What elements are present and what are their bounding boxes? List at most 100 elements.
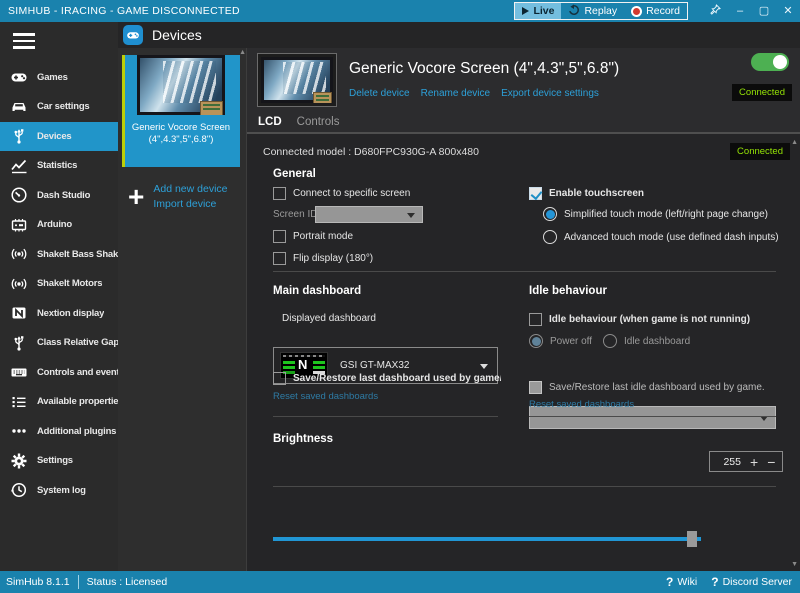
usb-icon — [9, 127, 29, 145]
simplified-touch-row: Simplified touch mode (left/right page c… — [543, 207, 768, 221]
sidebar-item-class-relative-gaps[interactable]: Class Relative Gaps — [0, 328, 118, 358]
panel-scroll-up-icon[interactable]: ▲ — [791, 139, 798, 146]
pin-icon[interactable] — [702, 4, 728, 18]
main-region: Devices Generic Vocore Screen (4",4.3",5… — [118, 22, 800, 571]
displayed-dashboard-label: Displayed dashboard — [282, 313, 376, 324]
lcd-tab-content: Connected model : D680FPC930G-A 800x480 … — [247, 136, 800, 571]
page-title: Devices — [152, 27, 202, 43]
wiki-link[interactable]: ? Wiki — [666, 575, 697, 589]
sidebar-item-available-properties[interactable]: Available properties — [0, 387, 118, 417]
idle-dashboard-radio[interactable] — [603, 334, 617, 348]
device-thumbnail — [137, 55, 225, 115]
flip-display-row: Flip display (180°) — [273, 252, 373, 265]
live-label: Live — [533, 5, 554, 17]
car-icon — [9, 98, 29, 116]
idle-behaviour-checkbox[interactable] — [529, 313, 542, 326]
sidebar-item-arduino[interactable]: Arduino — [0, 210, 118, 240]
replay-label: Replay — [584, 5, 617, 17]
status-bar: SimHub 8.1.1 Status : Licensed ? Wiki ? … — [0, 571, 800, 593]
panel-scroll-down-icon[interactable]: ▼ — [791, 561, 798, 568]
portrait-mode-checkbox[interactable] — [273, 230, 286, 243]
device-header: Generic Vocore Screen (4",4.3",5",6.8") … — [247, 48, 800, 112]
reset-saved-dashboards-link[interactable]: Reset saved dashboards — [273, 391, 378, 402]
divider — [529, 416, 776, 417]
sidebar-item-settings[interactable]: Settings — [0, 446, 118, 476]
maximize-button[interactable]: ▢ — [752, 0, 776, 22]
live-button[interactable]: Live — [515, 3, 561, 19]
device-title: Generic Vocore Screen (4",4.3",5",6.8") — [349, 60, 619, 78]
brightness-slider-handle[interactable] — [687, 531, 697, 547]
history-icon — [9, 481, 29, 499]
screen-id-dropdown[interactable] — [315, 206, 423, 223]
record-button[interactable]: Record — [624, 3, 687, 19]
connect-specific-screen-checkbox[interactable] — [273, 187, 286, 200]
power-off-radio[interactable] — [529, 334, 543, 348]
rename-device-link[interactable]: Rename device — [421, 88, 490, 99]
save-restore-dashboard-checkbox[interactable] — [273, 372, 286, 385]
usb-icon — [9, 334, 29, 352]
device-card-stripe — [122, 55, 125, 167]
brightness-decrease-button[interactable]: − — [767, 455, 775, 469]
question-mark-icon: ? — [711, 575, 718, 589]
gauge-icon — [9, 186, 29, 204]
simplified-touch-radio[interactable] — [543, 207, 557, 221]
chart-icon — [9, 157, 29, 175]
gamepad-icon — [9, 68, 29, 86]
speaker-icon — [9, 275, 29, 293]
connected-badge-2: Connected — [730, 143, 790, 160]
device-card-generic-vocore[interactable]: Generic Vocore Screen (4",4.3",5",6.8") — [122, 55, 240, 167]
reset-saved-idle-dashboards-link[interactable]: Reset saved dashboards — [529, 399, 634, 410]
sidebar-item-additional-plugins[interactable]: Additional plugins — [0, 417, 118, 447]
sidebar-item-car-settings[interactable]: Car settings — [0, 92, 118, 122]
ellipsis-icon — [9, 422, 29, 440]
sidebar-item-shakeit-motors[interactable]: ShakeIt Motors — [0, 269, 118, 299]
replay-button[interactable]: Replay — [561, 3, 624, 19]
record-icon — [631, 6, 642, 17]
tab-controls[interactable]: Controls — [297, 116, 340, 128]
enable-touchscreen-checkbox[interactable] — [529, 187, 542, 200]
device-header-thumbnail — [257, 53, 337, 107]
sidebar-item-dash-studio[interactable]: Dash Studio — [0, 181, 118, 211]
import-device-link[interactable]: Import device — [153, 198, 227, 210]
connected-badge: Connected — [732, 84, 792, 101]
window-title: SIMHUB - IRACING - GAME DISCONNECTED — [0, 5, 240, 17]
close-button[interactable]: ✕ — [776, 0, 800, 22]
connected-model-label: Connected model : D680FPC930G-A 800x480 — [263, 146, 479, 158]
portrait-mode-row: Portrait mode — [273, 230, 353, 243]
save-restore-idle-checkbox[interactable] — [529, 381, 542, 394]
brightness-increase-button[interactable]: + — [750, 455, 758, 469]
divider — [273, 271, 776, 272]
minimize-button[interactable]: – — [728, 0, 752, 22]
discord-link[interactable]: ? Discord Server — [711, 575, 792, 589]
delete-device-link[interactable]: Delete device — [349, 88, 410, 99]
sidebar-item-statistics[interactable]: Statistics — [0, 151, 118, 181]
add-new-device-link[interactable]: Add new device — [153, 183, 227, 195]
plus-icon: + — [128, 186, 144, 208]
device-enabled-toggle[interactable] — [751, 53, 789, 71]
list-icon — [9, 393, 29, 411]
export-device-settings-link[interactable]: Export device settings — [501, 88, 599, 99]
advanced-touch-radio[interactable] — [543, 230, 557, 244]
replay-icon — [568, 4, 580, 19]
idle-dashboard-row: Idle dashboard — [603, 334, 690, 348]
speaker-icon — [9, 245, 29, 263]
divider — [273, 486, 776, 487]
sidebar-item-shakeit-bass-shakers[interactable]: ShakeIt Bass Shakers — [0, 240, 118, 270]
sidebar-item-controls-and-events[interactable]: Controls and events — [0, 358, 118, 388]
add-device-row: + Add new device Import device — [118, 167, 246, 210]
license-status: Status : Licensed — [87, 576, 168, 588]
brightness-value[interactable]: 255 — [717, 456, 741, 468]
sidebar-item-games[interactable]: Games — [0, 63, 118, 93]
chip-icon — [9, 216, 29, 234]
brightness-slider[interactable] — [273, 531, 701, 547]
device-list-scroll-up-icon[interactable]: ▲ — [239, 49, 246, 56]
power-off-row: Power off — [529, 334, 592, 348]
sidebar-item-devices[interactable]: Devices — [0, 122, 118, 152]
gear-icon — [9, 452, 29, 470]
sidebar-item-system-log[interactable]: System log — [0, 476, 118, 506]
tab-lcd[interactable]: LCD — [258, 116, 282, 128]
hamburger-menu-icon[interactable] — [13, 33, 35, 49]
device-card-label: Generic Vocore Screen (4",4.3",5",6.8") — [122, 122, 240, 147]
sidebar-item-nextion-display[interactable]: Nextion display — [0, 299, 118, 329]
flip-display-checkbox[interactable] — [273, 252, 286, 265]
